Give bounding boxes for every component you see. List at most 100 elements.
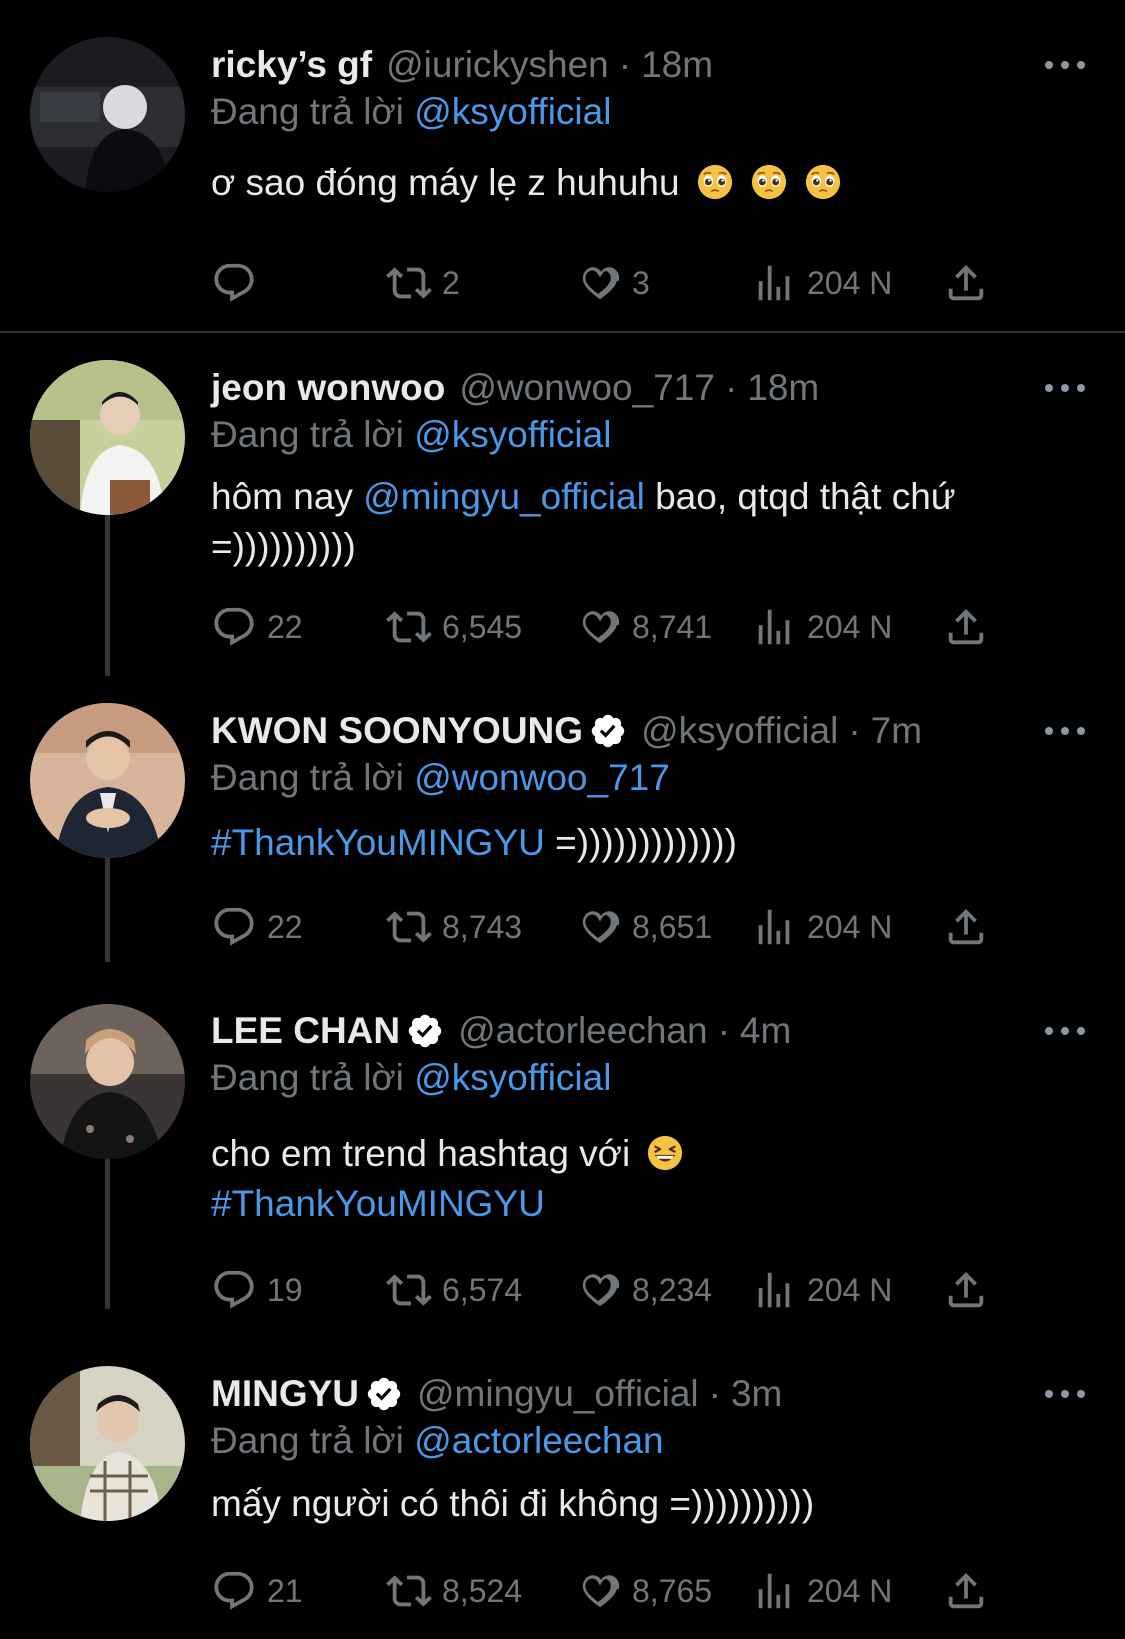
like-icon [576,904,622,950]
mention-link[interactable]: @mingyu_official [363,476,645,517]
username[interactable]: @actorleechan [458,1006,707,1056]
reply-to-mention[interactable]: @wonwoo_717 [414,757,670,798]
share-icon [943,904,989,950]
retweet-icon [386,1568,432,1614]
display-name[interactable]: LEE CHAN [211,1006,400,1056]
avatar[interactable] [30,1366,185,1521]
like-count: 8,765 [632,1572,713,1609]
reply-to-mention[interactable]: @ksyofficial [414,414,611,455]
username[interactable]: @iurickyshen [386,40,609,90]
username[interactable]: @ksyofficial [641,706,838,756]
reply-to-mention[interactable]: @actorleechan [414,1420,663,1461]
replying-to: Đang trả lời @actorleechan [211,1416,664,1466]
share-button[interactable] [943,1265,989,1315]
action-bar: 21 8,524 8,765 204 N [211,1566,1011,1616]
retweet-icon [386,604,432,650]
tweet-text-body: hôm nay [211,476,353,517]
username[interactable]: @mingyu_official [417,1369,699,1419]
like-button[interactable]: 3 [576,258,650,308]
tweet-text: #ThankYouMINGYU =))))))))))))) [211,818,1061,868]
views-count: 204 N [807,908,893,945]
retweet-icon [386,904,432,950]
share-button[interactable] [943,602,989,652]
reply-to-mention[interactable]: @ksyofficial [414,1057,611,1098]
verified-badge-icon [589,712,627,750]
views-icon [751,604,797,650]
reply-button[interactable]: 21 [211,1566,303,1616]
views-button[interactable]: 204 N [751,1566,892,1616]
retweet-button[interactable]: 6,574 [386,1265,522,1315]
retweet-button[interactable]: 2 [386,258,460,308]
views-count: 204 N [807,264,893,301]
timestamp[interactable]: 3m [731,1369,782,1419]
avatar[interactable] [30,1004,185,1159]
share-button[interactable] [943,258,989,308]
timestamp[interactable]: 7m [871,706,922,756]
share-button[interactable] [943,1566,989,1616]
like-button[interactable]: 8,234 [576,1265,712,1315]
views-button[interactable]: 204 N [751,1265,892,1315]
reply-button[interactable]: 22 [211,602,303,652]
like-button[interactable]: 8,741 [576,602,712,652]
reply-prefix: Đang trả lời [211,1057,404,1098]
retweet-count: 8,524 [442,1572,523,1609]
more-icon[interactable] [1045,50,1085,80]
views-button[interactable]: 204 N [751,902,892,952]
tweet-header: LEE CHAN @actorleechan · 4m [211,1006,1065,1056]
timestamp[interactable]: 18m [641,40,713,90]
reply-button[interactable]: 19 [211,1265,303,1315]
reply-prefix: Đang trả lời [211,757,404,798]
reply-icon [211,1568,257,1614]
replying-to: Đang trả lời @ksyofficial [211,87,611,137]
action-bar: 19 6,574 8,234 204 N [211,1265,1011,1315]
timestamp[interactable]: 18m [747,363,819,413]
verified-badge-icon [406,1012,444,1050]
avatar[interactable] [30,703,185,858]
hashtag-link[interactable]: #ThankYouMINGYU [211,822,545,863]
display-name[interactable]: KWON SOONYOUNG [211,706,583,756]
reply-count: 22 [267,608,303,645]
display-name[interactable]: MINGYU [211,1369,359,1419]
like-icon [576,1267,622,1313]
username[interactable]: @wonwoo_717 [459,363,715,413]
action-bar: 22 6,545 8,741 204 N [211,602,1011,652]
hashtag-link[interactable]: #ThankYouMINGYU [211,1183,545,1224]
reply-button[interactable] [211,258,257,308]
retweet-count: 8,743 [442,908,523,945]
more-icon[interactable] [1045,373,1085,403]
separator-dot: · [717,1010,730,1051]
tweet-text-body: mấy người có thôi đi không =)))))))))) [211,1483,815,1524]
like-icon [576,1568,622,1614]
more-icon[interactable] [1045,1379,1085,1409]
divider [0,331,1125,333]
retweet-button[interactable]: 6,545 [386,602,522,652]
reply-button[interactable]: 22 [211,902,303,952]
views-button[interactable]: 204 N [751,602,892,652]
reply-icon [211,260,257,306]
views-button[interactable]: 204 N [751,258,892,308]
tweet-text: hôm nay @mingyu_official bao, qtqd thật … [211,472,1061,572]
retweet-button[interactable]: 8,524 [386,1566,522,1616]
separator-dot: · [848,710,861,751]
tweet[interactable]: ricky’s gf @iurickyshen · 18m Đang trả l… [0,0,1125,320]
like-count: 8,741 [632,608,713,645]
separator-dot: · [708,1373,721,1414]
display-name[interactable]: jeon wonwoo [211,363,445,413]
reply-to-mention[interactable]: @ksyofficial [414,91,611,132]
pleading-face-emoji [804,163,842,201]
retweet-button[interactable]: 8,743 [386,902,522,952]
like-count: 8,651 [632,908,713,945]
action-bar: 22 8,743 8,651 204 N [211,902,1011,952]
timestamp[interactable]: 4m [740,1006,791,1056]
avatar[interactable] [30,360,185,515]
share-button[interactable] [943,902,989,952]
like-button[interactable]: 8,765 [576,1566,712,1616]
share-icon [943,1568,989,1614]
avatar[interactable] [30,37,185,192]
more-icon[interactable] [1045,716,1085,746]
tweet-text: mấy người có thôi đi không =)))))))))) [211,1479,1061,1529]
display-name[interactable]: ricky’s gf [211,40,372,90]
more-icon[interactable] [1045,1016,1085,1046]
retweet-count: 2 [442,264,460,301]
like-button[interactable]: 8,651 [576,902,712,952]
